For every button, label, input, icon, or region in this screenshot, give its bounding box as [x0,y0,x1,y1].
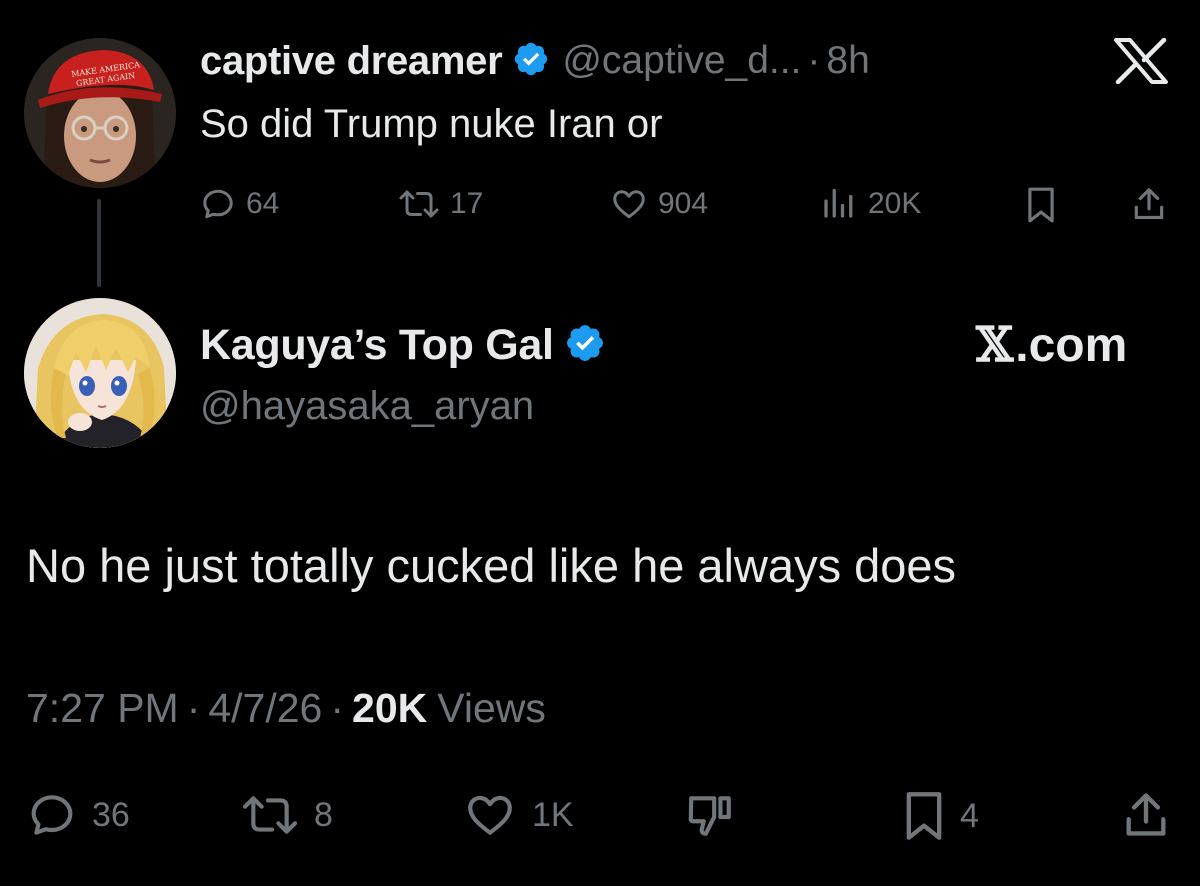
reply-like-count: 1K [532,795,574,834]
reply-display-name[interactable]: Kaguya’s Top Gal [200,321,554,370]
reply-handle[interactable]: @hayasaka_aryan [200,384,534,429]
x-logo-icon[interactable] [1112,37,1170,85]
parent-repost-count: 17 [450,187,484,220]
tweet-screenshot: MAKE AMERICA GREAT AGAIN captive dreamer… [0,0,1200,886]
reply-dislike-button[interactable] [682,790,738,840]
reply-meta-row: 7:27 PM · 4/7/26 · 20K Views [26,683,546,733]
parent-timestamp[interactable]: 8h [826,39,869,83]
reply-avatar-image [24,298,176,448]
reply-bubble-icon [203,189,233,219]
reply-bubble-icon [31,795,73,835]
x-com-watermark: 𝕏 .com [976,317,1128,373]
reply-name-row: Kaguya’s Top Gal [200,318,618,372]
meta-separator: · [330,684,345,731]
parent-views-count: 20K [868,187,922,220]
thumbs-down-icon [688,796,731,836]
reply-tweet-text: No he just totally cucked like he always… [26,539,957,592]
parent-handle[interactable]: @captive_d... [562,39,801,83]
parent-tweet-text: So did Trump nuke Iran or [200,102,663,146]
parent-bookmark-button[interactable] [1024,186,1058,224]
x-com-text: .com [1015,318,1128,372]
parent-share-button[interactable] [1130,184,1168,224]
share-icon [1126,793,1166,836]
reply-share-button[interactable] [1120,788,1172,842]
x-logo-icon: 𝕏 [976,317,1014,373]
share-icon [1134,188,1164,220]
reply-views-label[interactable]: Views [437,685,546,732]
heart-icon [613,190,645,219]
reply-bookmark-button[interactable]: 4 [902,790,979,842]
reply-reply-count: 36 [92,795,130,834]
heart-icon [468,795,512,835]
parent-avatar-image: MAKE AMERICA GREAT AGAIN [24,38,176,188]
reply-repost-count: 8 [314,795,333,834]
bookmark-icon [1028,187,1054,223]
parent-display-name[interactable]: captive dreamer [200,39,503,84]
parent-tweet-header: captive dreamer @captive_d... · 8h [200,36,870,86]
parent-avatar[interactable]: MAKE AMERICA GREAT AGAIN [24,38,176,188]
verified-badge-icon [512,40,550,83]
reply-repost-button[interactable]: 8 [240,790,333,840]
thread-connector-line [97,199,101,287]
reply-avatar[interactable] [24,298,176,448]
bookmark-icon [906,792,942,840]
parent-reply-count: 64 [246,187,280,220]
parent-repost-button[interactable]: 17 [398,186,483,222]
parent-reply-button[interactable]: 64 [200,186,279,222]
reply-time[interactable]: 7:27 PM [26,685,179,732]
views-bar-chart-icon [824,188,853,218]
parent-like-button[interactable]: 904 [610,186,708,222]
reply-bookmark-count: 4 [960,796,979,835]
parent-like-count: 904 [658,187,709,220]
parent-views-button[interactable]: 20K [818,186,921,222]
meta-separator: · [186,684,201,731]
repost-icon [399,190,439,218]
header-separator: · [807,39,821,82]
reply-like-button[interactable]: 1K [462,790,574,840]
reply-reply-button[interactable]: 36 [26,790,130,840]
repost-icon [242,796,298,834]
verified-badge-icon [564,322,606,369]
reply-date[interactable]: 4/7/26 [208,685,322,732]
reply-views-count: 20K [352,684,428,731]
